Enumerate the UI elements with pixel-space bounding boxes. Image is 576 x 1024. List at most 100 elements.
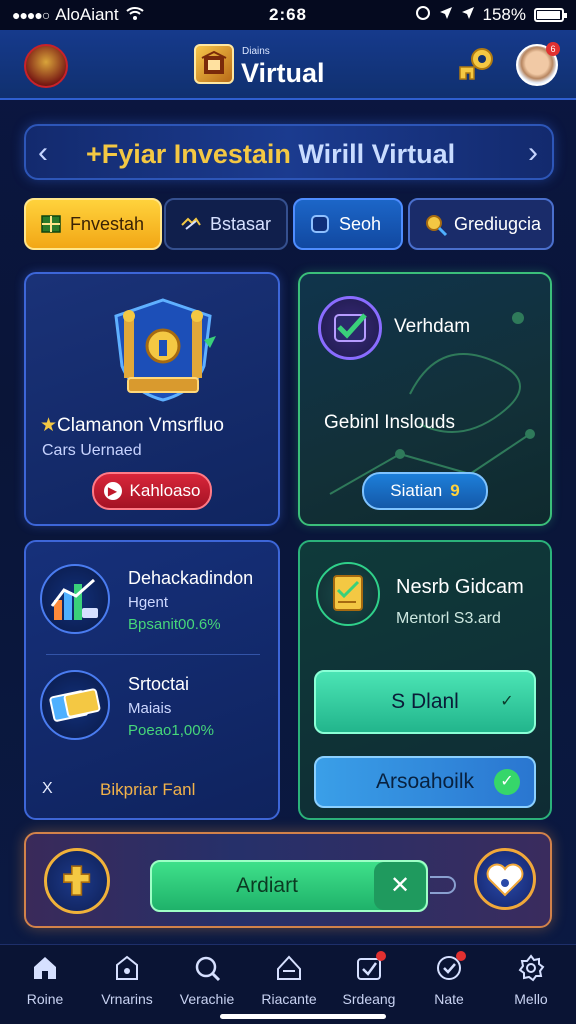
stats-row-title: Srtoctai xyxy=(128,674,190,694)
location-arrow-icon xyxy=(461,5,475,25)
verification-button[interactable]: Siatian 9 xyxy=(362,472,488,510)
close-knob-icon[interactable]: ✕ xyxy=(374,862,426,910)
chevron-right-icon[interactable]: › xyxy=(528,136,538,170)
handshake-icon xyxy=(180,213,202,235)
chevron-left-icon[interactable]: ‹ xyxy=(38,136,48,170)
shield-trophy-icon xyxy=(114,298,216,402)
battery-icon xyxy=(534,8,567,22)
stats-row[interactable]: Srtoctai Maiais Poeao1,00% xyxy=(40,670,270,760)
carrier-label: AloAiant xyxy=(55,5,119,24)
banner-title: +Fyiar Investain Wirill Virtual xyxy=(86,139,455,170)
status-time: 2:68 xyxy=(268,5,308,24)
status-bar: ●●●●○ AloAiant 2:68 158% xyxy=(0,0,576,30)
app-header: Diains Virtual 6 xyxy=(0,30,576,100)
wifi-icon xyxy=(125,5,145,26)
bottom-navigation: Roine Vrnarins Verachie Riacante Srdeang… xyxy=(0,944,576,1024)
tab-label: Grediugcia xyxy=(454,213,542,234)
verification-button-number: 9 xyxy=(450,481,460,500)
action-bar-card: Ardiart ✕ xyxy=(24,832,552,928)
stats-row-sub: Maiais xyxy=(128,700,172,717)
tab-label: Seoh xyxy=(339,213,382,234)
close-icon[interactable]: X xyxy=(42,780,53,798)
stats-row-value: Bpsanit00.6% xyxy=(128,616,221,633)
nav-item-home[interactable]: Roine xyxy=(4,953,86,1017)
investment-action-button[interactable]: ▶ Kahloaso xyxy=(92,472,212,510)
nav-item-settings[interactable]: Mello xyxy=(490,953,572,1017)
notification-dot xyxy=(456,951,466,961)
verification-text: Gebinl Inslouds xyxy=(324,412,455,433)
nav-label: Riacante xyxy=(261,991,317,1007)
news-primary-label: S Dlanl xyxy=(391,690,459,713)
investment-title: ★Clamanon Vmsrfluo xyxy=(40,415,224,436)
action-slider[interactable]: Ardiart ✕ xyxy=(150,860,428,912)
square-icon xyxy=(309,213,331,235)
tab-search[interactable]: Seoh xyxy=(293,198,403,250)
notification-dot xyxy=(376,951,386,961)
nav-label: Roine xyxy=(26,991,64,1007)
stats-footer-link[interactable]: Bikpriar Fanl xyxy=(100,780,195,800)
news-card: Nesrb Gidcam Mentorl S3.ard S Dlanl ✓ Ar… xyxy=(298,540,552,820)
check-circle-icon: ✓ xyxy=(494,769,520,795)
nav-item-notes[interactable]: Nate xyxy=(408,951,490,1017)
nav-label: Srdeang xyxy=(342,991,396,1007)
title-banner: ‹ +Fyiar Investain Wirill Virtual › xyxy=(24,124,554,180)
banner-title-part1: +Fyiar Investain xyxy=(86,139,291,169)
notification-badge: 6 xyxy=(546,42,560,56)
nav-label: Vrnarins xyxy=(101,991,153,1007)
tab-partners[interactable]: Bstasar xyxy=(164,198,288,250)
ticket-icon xyxy=(40,670,110,740)
stats-row-title: Dehackadindon xyxy=(128,568,254,588)
home-icon xyxy=(34,957,56,979)
category-tabs: Fnvestah Bstasar Seoh Grediugcia xyxy=(24,198,554,250)
nav-label: Mello xyxy=(514,991,548,1007)
stats-card: Dehackadindon Hgent Bpsanit00.6% Srtocta… xyxy=(24,540,280,820)
search-icon xyxy=(195,956,221,982)
news-secondary-button[interactable]: Arsoahoilk ✓ xyxy=(314,756,536,808)
checkmark-badge-icon xyxy=(318,296,382,360)
tray-icon xyxy=(277,955,301,980)
bag-icon xyxy=(116,955,138,980)
check-icon: ✓ xyxy=(500,693,514,710)
play-icon: ▶ xyxy=(103,482,122,500)
emblem-avatar-icon[interactable] xyxy=(24,44,68,88)
battery-percent: 158% xyxy=(482,5,526,24)
verification-button-label: Siatian xyxy=(390,481,443,500)
key-icon[interactable] xyxy=(454,45,498,85)
nav-label: Nate xyxy=(434,991,464,1007)
verification-card[interactable]: Verhdam Gebinl Inslouds Siatian 9 xyxy=(298,272,552,526)
signal-dots-icon: ●●●●○ xyxy=(12,7,50,23)
orientation-lock-icon xyxy=(415,5,431,26)
notebook-icon xyxy=(316,562,380,626)
home-indicator xyxy=(220,1014,386,1019)
nav-item-tray[interactable]: Riacante xyxy=(248,953,330,1017)
stats-row-value: Poeao1,00% xyxy=(128,722,214,739)
brand-subtitle: Diains xyxy=(242,46,270,57)
investment-action-label: Kahloaso xyxy=(129,481,201,500)
grid-icon xyxy=(40,213,62,235)
stats-row-sub: Hgent xyxy=(128,594,169,611)
news-primary-button[interactable]: S Dlanl ✓ xyxy=(314,670,536,734)
investment-card[interactable]: ★Clamanon Vmsrfluo Cars Uernaed ▶ Kahloa… xyxy=(24,272,280,526)
tab-label: Bstasar xyxy=(210,213,272,234)
tab-investment[interactable]: Fnvestah xyxy=(24,198,162,250)
divider xyxy=(46,654,260,655)
tab-guide[interactable]: Grediugcia xyxy=(408,198,554,250)
nav-item-search[interactable]: Verachie xyxy=(166,953,248,1017)
location-icon xyxy=(439,5,453,25)
app-logo-icon xyxy=(194,44,234,84)
nav-item-checklist[interactable]: Srdeang xyxy=(328,951,410,1017)
news-secondary-label: Arsoahoilk xyxy=(375,770,475,793)
stats-row[interactable]: Dehackadindon Hgent Bpsanit00.6% xyxy=(40,564,270,654)
investment-subtitle: Cars Uernaed xyxy=(42,442,142,459)
heart-badge-icon[interactable] xyxy=(474,848,536,910)
nav-item-variants[interactable]: Vrnarins xyxy=(86,953,168,1017)
magnifier-icon xyxy=(424,213,448,237)
verification-title: Verhdam xyxy=(394,316,471,337)
banner-title-part2: Wirill Virtual xyxy=(298,139,456,169)
connector-line xyxy=(430,876,456,894)
cross-emblem-icon[interactable] xyxy=(44,848,110,914)
news-title: Nesrb Gidcam xyxy=(396,576,524,598)
gear-icon xyxy=(518,954,545,982)
brand-title: Virtual xyxy=(241,58,325,88)
news-subtitle: Mentorl S3.ard xyxy=(396,610,501,627)
